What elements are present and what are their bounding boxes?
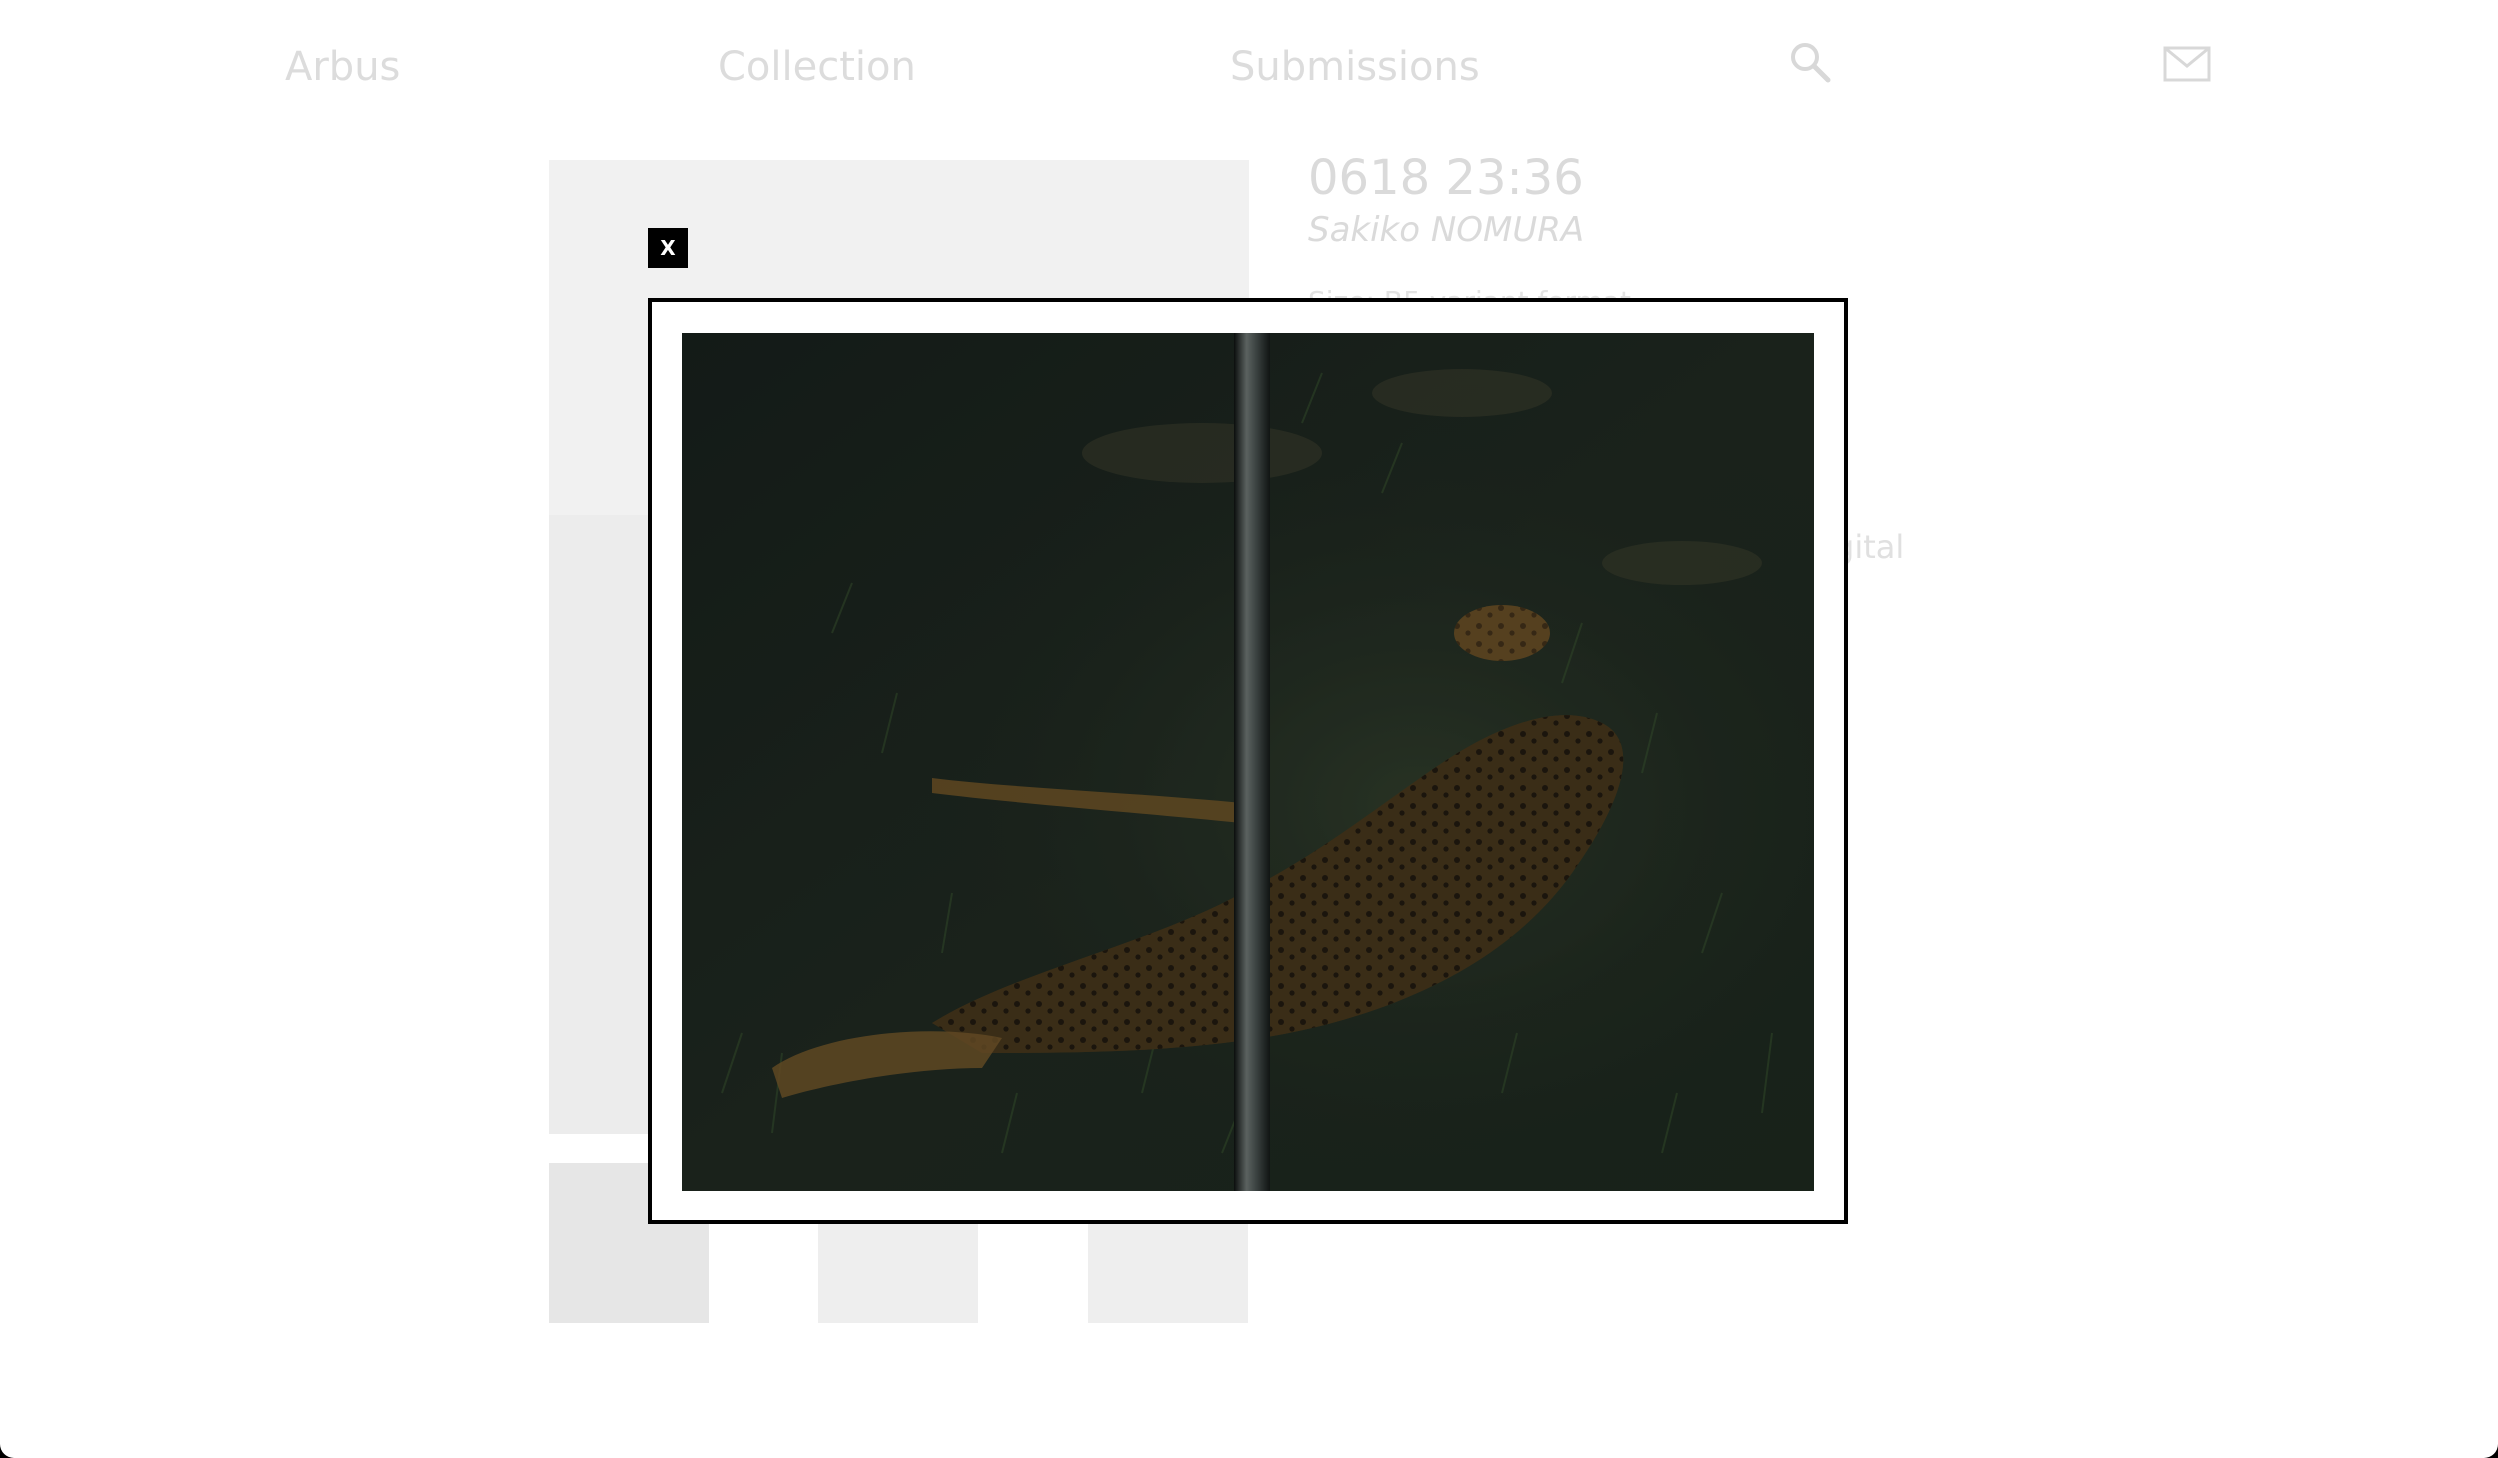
mail-icon[interactable] — [2163, 46, 2211, 86]
search-icon[interactable] — [1788, 40, 1832, 88]
book-title: 0618 23:36 — [1308, 150, 1584, 206]
page: Arbus Collection Submissions 0618 23:36 … — [0, 0, 2498, 1458]
book-author: Sakiko NOMURA — [1308, 210, 1585, 250]
lightbox-photo — [682, 333, 1814, 1191]
nav-home-link[interactable]: Arbus — [285, 44, 400, 90]
close-button[interactable]: X — [648, 228, 688, 268]
nav-submissions-link[interactable]: Submissions — [1230, 44, 1480, 90]
nav-collection-link[interactable]: Collection — [718, 44, 916, 90]
cheetah-photo-illustration — [682, 333, 1814, 1191]
